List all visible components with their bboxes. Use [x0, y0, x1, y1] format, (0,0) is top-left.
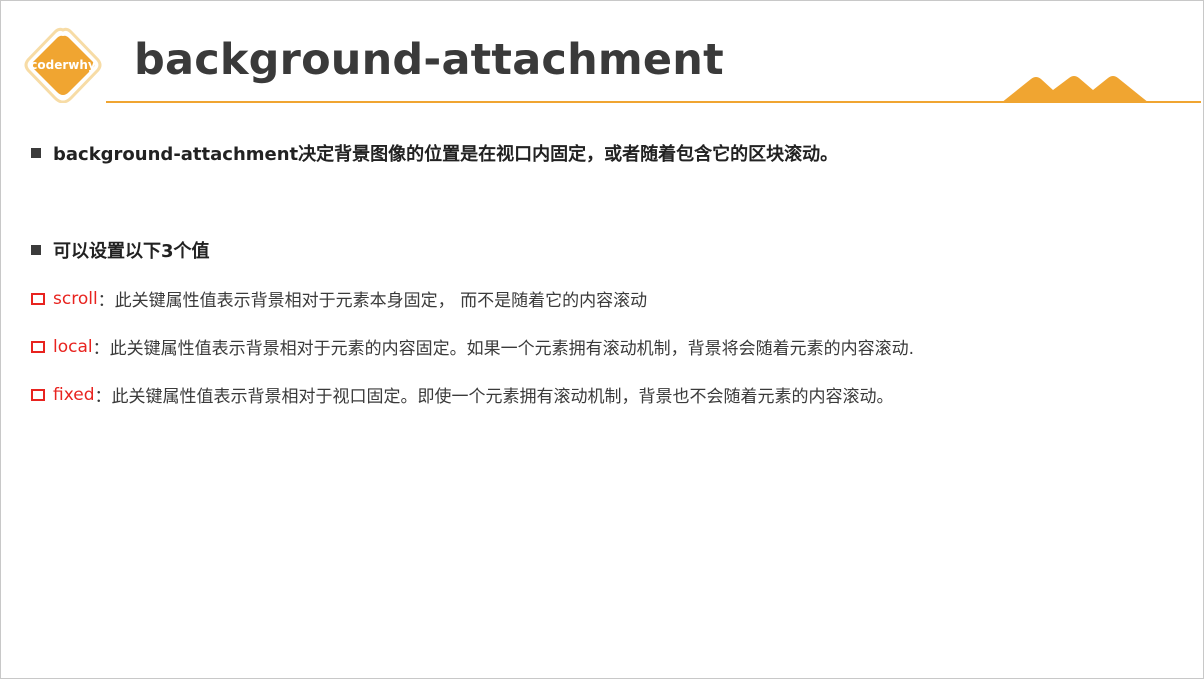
square-bullet-icon [31, 148, 41, 158]
square-bullet-icon [31, 245, 41, 255]
list-item: scroll ：此关键属性值表示背景相对于元素本身固定， 而不是随着它的内容滚动 [31, 286, 647, 311]
item-keyword: local [53, 336, 93, 357]
values-heading-row: 可以设置以下3个值 [31, 237, 210, 263]
item-description: ：此关键属性值表示背景相对于视口固定。即使一个元素拥有滚动机制，背景也不会随着元… [94, 387, 894, 407]
intro-row: background-attachment决定背景图像的位置是在视口内固定，或者… [31, 140, 838, 166]
hollow-square-bullet-icon [31, 292, 45, 305]
list-item: local ：此关键属性值表示背景相对于元素的内容固定。如果一个元素拥有滚动机制… [31, 334, 914, 359]
intro-text: background-attachment决定背景图像的位置是在视口内固定，或者… [53, 144, 839, 165]
item-description: ：此关键属性值表示背景相对于元素的内容固定。如果一个元素拥有滚动机制，背景将会随… [92, 339, 915, 359]
list-item: fixed ：此关键属性值表示背景相对于视口固定。即使一个元素拥有滚动机制，背景… [31, 382, 894, 407]
page-title: background-attachment [134, 35, 724, 85]
slide: coderwhy background-attachment backgroun… [0, 0, 1204, 679]
hollow-square-bullet-icon [31, 340, 45, 353]
logo-text: coderwhy [30, 58, 96, 72]
coderwhy-logo: coderwhy [23, 27, 103, 103]
values-heading: 可以设置以下3个值 [53, 241, 210, 262]
hollow-square-bullet-icon [31, 388, 45, 401]
item-keyword: scroll [53, 288, 98, 309]
item-description: ：此关键属性值表示背景相对于元素本身固定， 而不是随着它的内容滚动 [97, 291, 648, 311]
item-keyword: fixed [53, 384, 95, 405]
wave-decoration [1001, 74, 1153, 103]
